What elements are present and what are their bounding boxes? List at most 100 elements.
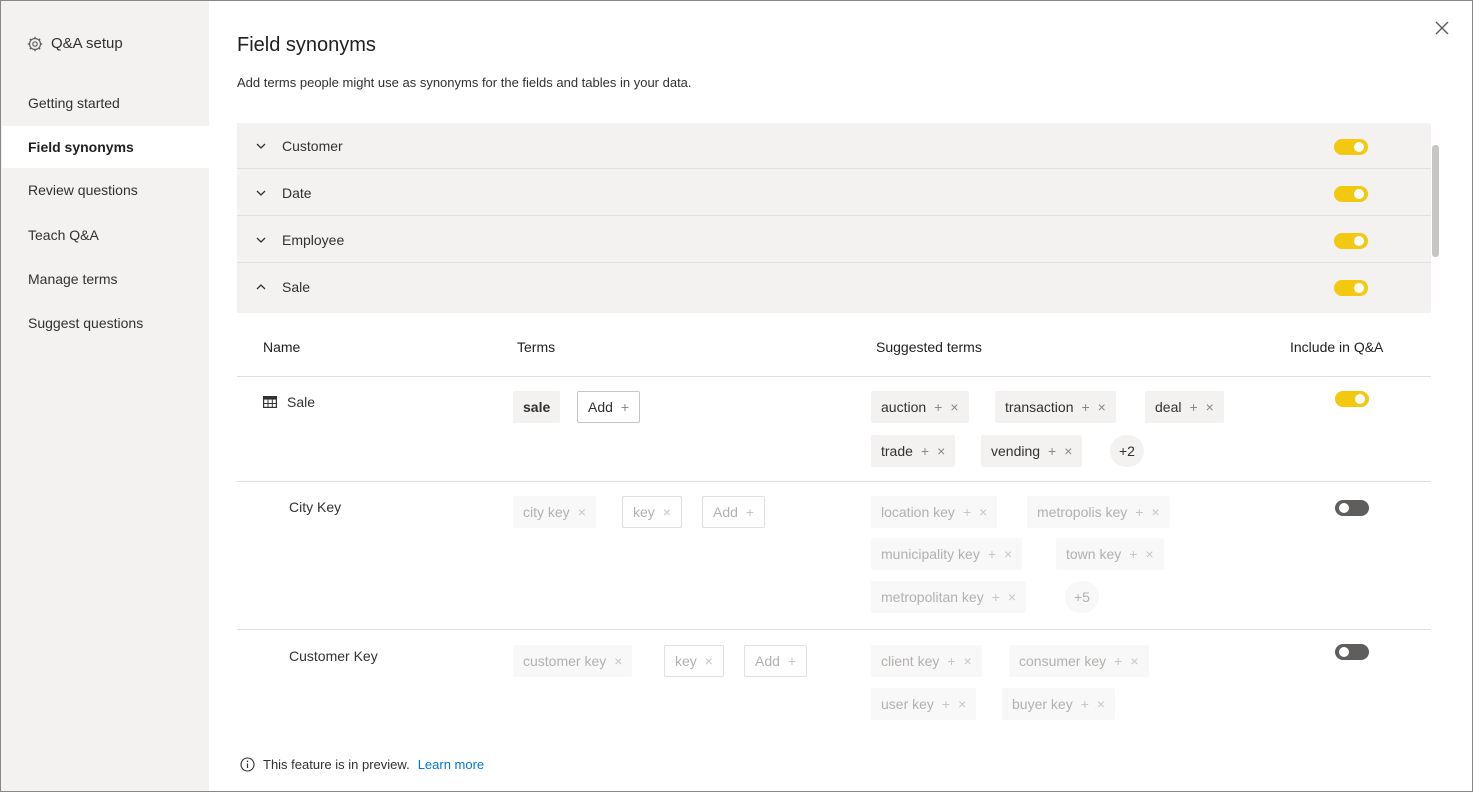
plus-icon[interactable]: +: [1081, 399, 1089, 415]
add-term-button[interactable]: Add +: [744, 645, 808, 677]
plus-icon[interactable]: +: [963, 504, 971, 520]
close-icon[interactable]: ×: [1004, 546, 1012, 562]
close-icon[interactable]: ×: [1064, 443, 1072, 459]
plus-icon[interactable]: +: [1114, 653, 1122, 669]
suggested-chip: trade + ×: [871, 435, 956, 467]
table-row-customer[interactable]: Customer: [237, 123, 1431, 169]
gear-icon: [27, 36, 43, 51]
dialog-frame: [0, 0, 1473, 792]
suggested-chip: location key + ×: [871, 496, 998, 528]
close-icon[interactable]: ×: [937, 443, 945, 459]
plus-icon[interactable]: +: [921, 443, 929, 459]
plus-icon[interactable]: +: [942, 696, 950, 712]
suggested-chip: auction + ×: [871, 391, 969, 423]
column-header-terms: Terms: [517, 339, 556, 355]
suggested-label: location key: [881, 504, 955, 520]
suggested-label: metropolis key: [1037, 504, 1128, 520]
close-icon[interactable]: ×: [958, 696, 966, 712]
close-icon[interactable]: ×: [614, 653, 622, 669]
more-suggestions-button[interactable]: +5: [1065, 581, 1099, 613]
info-icon: [240, 757, 255, 772]
plus-icon[interactable]: +: [1129, 546, 1137, 562]
plus-icon[interactable]: +: [1048, 443, 1056, 459]
field-name-customer-key: Customer Key: [289, 648, 378, 664]
plus-icon: +: [787, 653, 797, 669]
term-label: customer key: [523, 653, 607, 669]
plus-icon[interactable]: +: [1189, 399, 1197, 415]
close-icon[interactable]: ×: [1151, 504, 1159, 520]
page-title: Field synonyms: [237, 34, 376, 56]
sidebar-item-field-synonyms[interactable]: Field synonyms: [2, 126, 209, 168]
close-icon[interactable]: ×: [1206, 399, 1214, 415]
suggested-label: client key: [881, 653, 940, 669]
sidebar-item-suggest-questions[interactable]: Suggest questions: [2, 302, 209, 344]
close-icon[interactable]: ×: [1130, 653, 1138, 669]
plus-icon[interactable]: +: [992, 589, 1000, 605]
sidebar-item-teach-qa[interactable]: Teach Q&A: [2, 214, 209, 256]
term-label: key: [675, 653, 697, 669]
add-label: Add: [755, 653, 780, 669]
suggested-label: municipality key: [881, 546, 980, 562]
tables-accordion: Customer Date Employee Sale: [237, 123, 1431, 313]
suggested-chip: client key + ×: [871, 645, 982, 677]
preview-notice: This feature is in preview. Learn more: [240, 757, 484, 772]
add-term-button[interactable]: Add +: [577, 391, 641, 423]
chevron-down-icon: [256, 237, 266, 243]
plus-icon[interactable]: +: [947, 653, 955, 669]
chevron-down-icon: [256, 190, 266, 196]
close-icon[interactable]: ×: [979, 504, 987, 520]
table-name: Sale: [282, 279, 311, 295]
close-icon[interactable]: ×: [964, 653, 972, 669]
include-toggle[interactable]: [1335, 500, 1369, 516]
close-icon[interactable]: ×: [1145, 546, 1153, 562]
close-icon[interactable]: ×: [1097, 696, 1105, 712]
learn-more-link[interactable]: Learn more: [418, 757, 484, 772]
scrollbar-thumb[interactable]: [1432, 145, 1439, 257]
sidebar: Q&A setup Getting started Field synonyms…: [1, 1, 209, 791]
suggested-label: deal: [1155, 399, 1182, 415]
include-toggle[interactable]: [1335, 391, 1369, 407]
suggested-label: metropolitan key: [881, 589, 984, 605]
add-term-button[interactable]: Add +: [702, 496, 766, 528]
table-row-sale[interactable]: Sale: [237, 264, 1431, 310]
close-icon[interactable]: ×: [950, 399, 958, 415]
include-toggle[interactable]: [1334, 139, 1368, 155]
column-header-suggested: Suggested terms: [876, 339, 982, 355]
term-chip: key ×: [664, 645, 724, 677]
close-icon[interactable]: ×: [578, 504, 586, 520]
suggested-label: auction: [881, 399, 927, 415]
chevron-up-icon: [256, 284, 266, 290]
close-icon[interactable]: [1432, 18, 1452, 38]
plus-icon[interactable]: +: [1081, 696, 1089, 712]
suggested-chip: municipality key + ×: [871, 538, 1023, 570]
more-suggestions-button[interactable]: +2: [1110, 435, 1144, 467]
term-label: sale: [523, 399, 551, 415]
sidebar-item-getting-started[interactable]: Getting started: [2, 82, 209, 124]
plus-icon[interactable]: +: [934, 399, 942, 415]
close-icon[interactable]: ×: [705, 653, 713, 669]
include-toggle[interactable]: [1334, 186, 1368, 202]
suggested-chip: deal + ×: [1145, 391, 1224, 423]
sidebar-item-review-questions[interactable]: Review questions: [2, 169, 209, 211]
table-row-date[interactable]: Date: [237, 170, 1431, 216]
include-toggle[interactable]: [1334, 280, 1368, 296]
suggested-chip: transaction + ×: [995, 391, 1116, 423]
sidebar-item-manage-terms[interactable]: Manage terms: [2, 258, 209, 300]
plus-icon[interactable]: +: [988, 546, 996, 562]
suggested-chip: metropolis key + ×: [1027, 496, 1170, 528]
table-icon: [263, 396, 277, 408]
include-toggle[interactable]: [1335, 644, 1369, 660]
table-row-employee[interactable]: Employee: [237, 217, 1431, 263]
close-icon[interactable]: ×: [1098, 399, 1106, 415]
suggested-chip: town key + ×: [1056, 538, 1164, 570]
suggested-chip: buyer key + ×: [1002, 688, 1116, 720]
close-icon[interactable]: ×: [1008, 589, 1016, 605]
include-toggle[interactable]: [1334, 233, 1368, 249]
plus-icon[interactable]: +: [1135, 504, 1143, 520]
field-name-city-key: City Key: [289, 499, 341, 515]
close-icon[interactable]: ×: [663, 504, 671, 520]
scroll-fade: [237, 728, 1431, 748]
divider: [237, 629, 1431, 630]
chevron-down-icon: [256, 143, 266, 149]
field-name-label: Sale: [287, 394, 316, 410]
